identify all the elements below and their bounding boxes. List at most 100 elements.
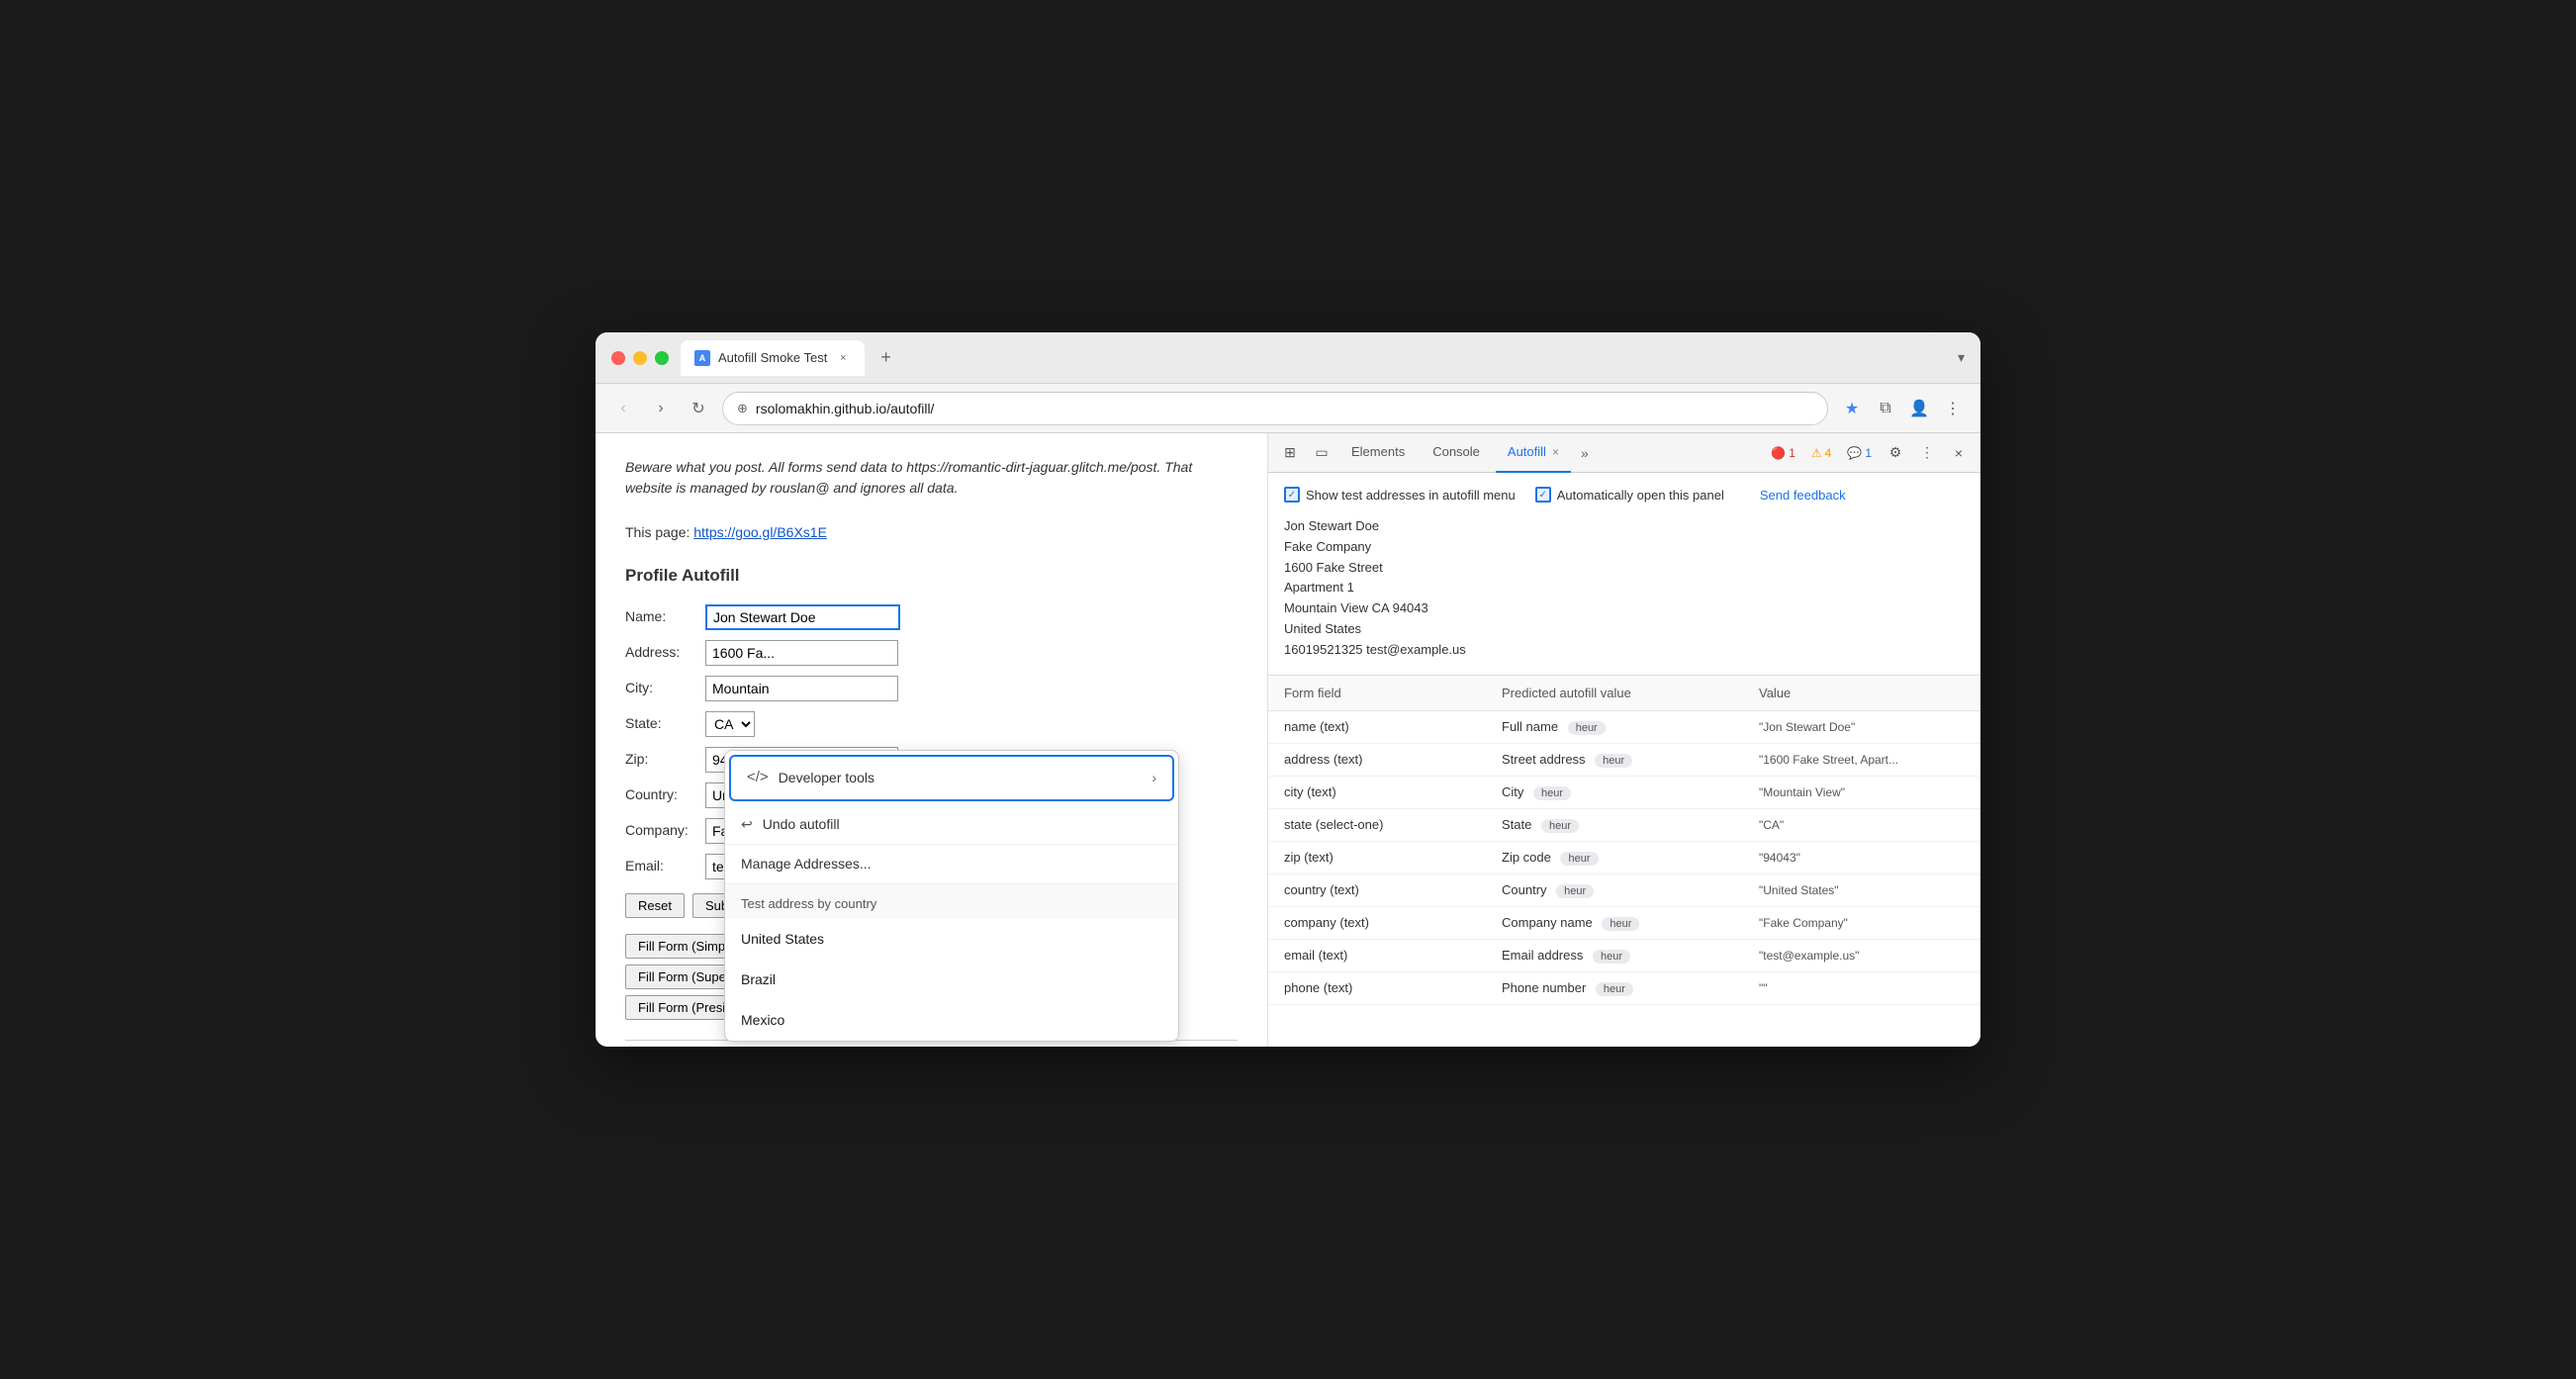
show-test-addresses-checkbox-item: ✓ Show test addresses in autofill menu [1284,487,1516,503]
toolbar-icons: ★ ⧉ 👤 ⋮ [1838,395,1967,422]
devtools-tabs: ⊞ ▭ Elements Console Autofill × » 🔴 1 [1268,433,1980,473]
url-text: rsolomakhin.github.io/autofill/ [756,401,1813,416]
tab-close-icon[interactable]: × [835,350,851,366]
tab-elements[interactable]: Elements [1339,433,1417,473]
value-cell: "United States" [1759,883,1965,897]
field-cell: company (text) [1284,915,1502,930]
undo-autofill-item[interactable]: ↩ Undo autofill [725,805,1178,845]
country-brazil-item[interactable]: Brazil [725,960,1178,1000]
predicted-cell: Country heur [1502,882,1759,898]
autofill-tab-close-icon[interactable]: × [1552,445,1559,459]
table-row: address (text) Street address heur "1600… [1268,744,1980,777]
menu-icon[interactable]: ⋮ [1939,395,1967,422]
zip-label: Zip: [625,749,699,770]
predicted-cell: Phone number heur [1502,980,1759,996]
close-devtools-icon[interactable]: × [1945,439,1973,467]
title-bar: A Autofill Smoke Test × + ▾ [596,332,1980,384]
value-cell: "Fake Company" [1759,916,1965,930]
forward-button[interactable]: › [647,395,675,422]
heur-badge: heur [1556,884,1594,898]
tab-dropdown-icon[interactable]: ▾ [1958,349,1965,366]
profile-icon[interactable]: 👤 [1905,395,1933,422]
table-row: zip (text) Zip code heur "94043" [1268,842,1980,874]
section-title: Profile Autofill [625,563,1238,589]
predicted-cell: Zip code heur [1502,850,1759,866]
reset-button[interactable]: Reset [625,893,685,918]
value-cell: "1600 Fake Street, Apart... [1759,753,1965,767]
value-cell: "94043" [1759,851,1965,865]
show-test-addresses-checkbox[interactable]: ✓ [1284,487,1300,503]
extensions-icon[interactable]: ⧉ [1872,395,1899,422]
heur-badge: heur [1596,982,1633,996]
close-button[interactable] [611,351,625,365]
field-cell: email (text) [1284,948,1502,963]
more-tabs-icon[interactable]: » [1575,445,1595,461]
content-area: Beware what you post. All forms send dat… [596,433,1980,1047]
state-select[interactable]: CA [705,711,755,737]
field-cell: name (text) [1284,719,1502,734]
value-cell: "Mountain View" [1759,785,1965,799]
inspector-icon[interactable]: ⊞ [1276,439,1304,467]
col-form-field: Form field [1284,686,1502,700]
undo-icon: ↩ [741,814,753,835]
tab-autofill[interactable]: Autofill × [1496,433,1571,473]
field-cell: city (text) [1284,784,1502,799]
field-cell: phone (text) [1284,980,1502,995]
maximize-button[interactable] [655,351,669,365]
address-phone-email: 16019521325 test@example.us [1284,640,1965,661]
developer-tools-arrow-icon: › [1151,768,1156,788]
country-us-item[interactable]: United States [725,919,1178,960]
send-feedback-link[interactable]: Send feedback [1760,488,1846,503]
settings-icon[interactable]: ⚙ [1882,439,1909,467]
page-url-link[interactable]: https://goo.gl/B6Xs1E [693,524,827,540]
state-label: State: [625,713,699,734]
city-input[interactable] [705,676,898,701]
heur-badge: heur [1560,852,1598,866]
address-country: United States [1284,619,1965,640]
auto-open-label: Automatically open this panel [1557,488,1724,503]
autofill-dropdown: </> Developer tools › ↩ Undo autofill Ma… [724,750,1179,1042]
new-tab-button[interactable]: + [873,347,899,368]
manage-addresses-item[interactable]: Manage Addresses... [725,845,1178,884]
device-icon[interactable]: ▭ [1308,439,1335,467]
address-field-row: Address: [625,640,1238,666]
devtools-menu-icon[interactable]: ⋮ [1913,439,1941,467]
name-input[interactable] [705,604,900,630]
field-cell: address (text) [1284,752,1502,767]
heur-badge: heur [1533,786,1571,800]
heur-badge: heur [1568,721,1606,735]
address-label: Address: [625,642,699,663]
address-apt: Apartment 1 [1284,578,1965,598]
devtools-right-icons: 🔴 1 ⚠ 4 💬 1 ⚙ ⋮ × [1765,439,1973,467]
name-field-row: Name: [625,604,1238,630]
tab-favicon: A [694,350,710,366]
address-street: 1600 Fake Street [1284,558,1965,579]
predicted-cell: Company name heur [1502,915,1759,931]
tab-console[interactable]: Console [1421,433,1492,473]
table-row: city (text) City heur "Mountain View" [1268,777,1980,809]
auto-open-checkbox[interactable]: ✓ [1535,487,1551,503]
field-cell: state (select-one) [1284,817,1502,832]
predicted-cell: Full name heur [1502,719,1759,735]
minimize-button[interactable] [633,351,647,365]
reload-button[interactable]: ↻ [685,395,712,422]
address-company: Fake Company [1284,537,1965,558]
developer-tools-item[interactable]: </> Developer tools › [729,755,1174,801]
url-bar[interactable]: ⊕ rsolomakhin.github.io/autofill/ [722,392,1828,425]
address-input[interactable] [705,640,898,666]
tab-area: A Autofill Smoke Test × + [681,340,1946,376]
table-row: state (select-one) State heur "CA" [1268,809,1980,842]
country-mexico-item[interactable]: Mexico [725,1000,1178,1041]
developer-tools-icon: </> [747,767,769,789]
back-button[interactable]: ‹ [609,395,637,422]
city-label: City: [625,678,699,698]
value-cell: "Jon Stewart Doe" [1759,720,1965,734]
page-content: Beware what you post. All forms send dat… [596,433,1268,1047]
devtools-panel: ⊞ ▭ Elements Console Autofill × » 🔴 1 [1268,433,1980,1047]
active-tab[interactable]: A Autofill Smoke Test × [681,340,865,376]
autofill-checkboxes: ✓ Show test addresses in autofill menu ✓… [1284,487,1965,503]
bookmark-icon[interactable]: ★ [1838,395,1866,422]
undo-label: Undo autofill [763,814,840,835]
predicted-cell: Street address heur [1502,752,1759,768]
warning-icon: ⚠ [1811,446,1822,460]
